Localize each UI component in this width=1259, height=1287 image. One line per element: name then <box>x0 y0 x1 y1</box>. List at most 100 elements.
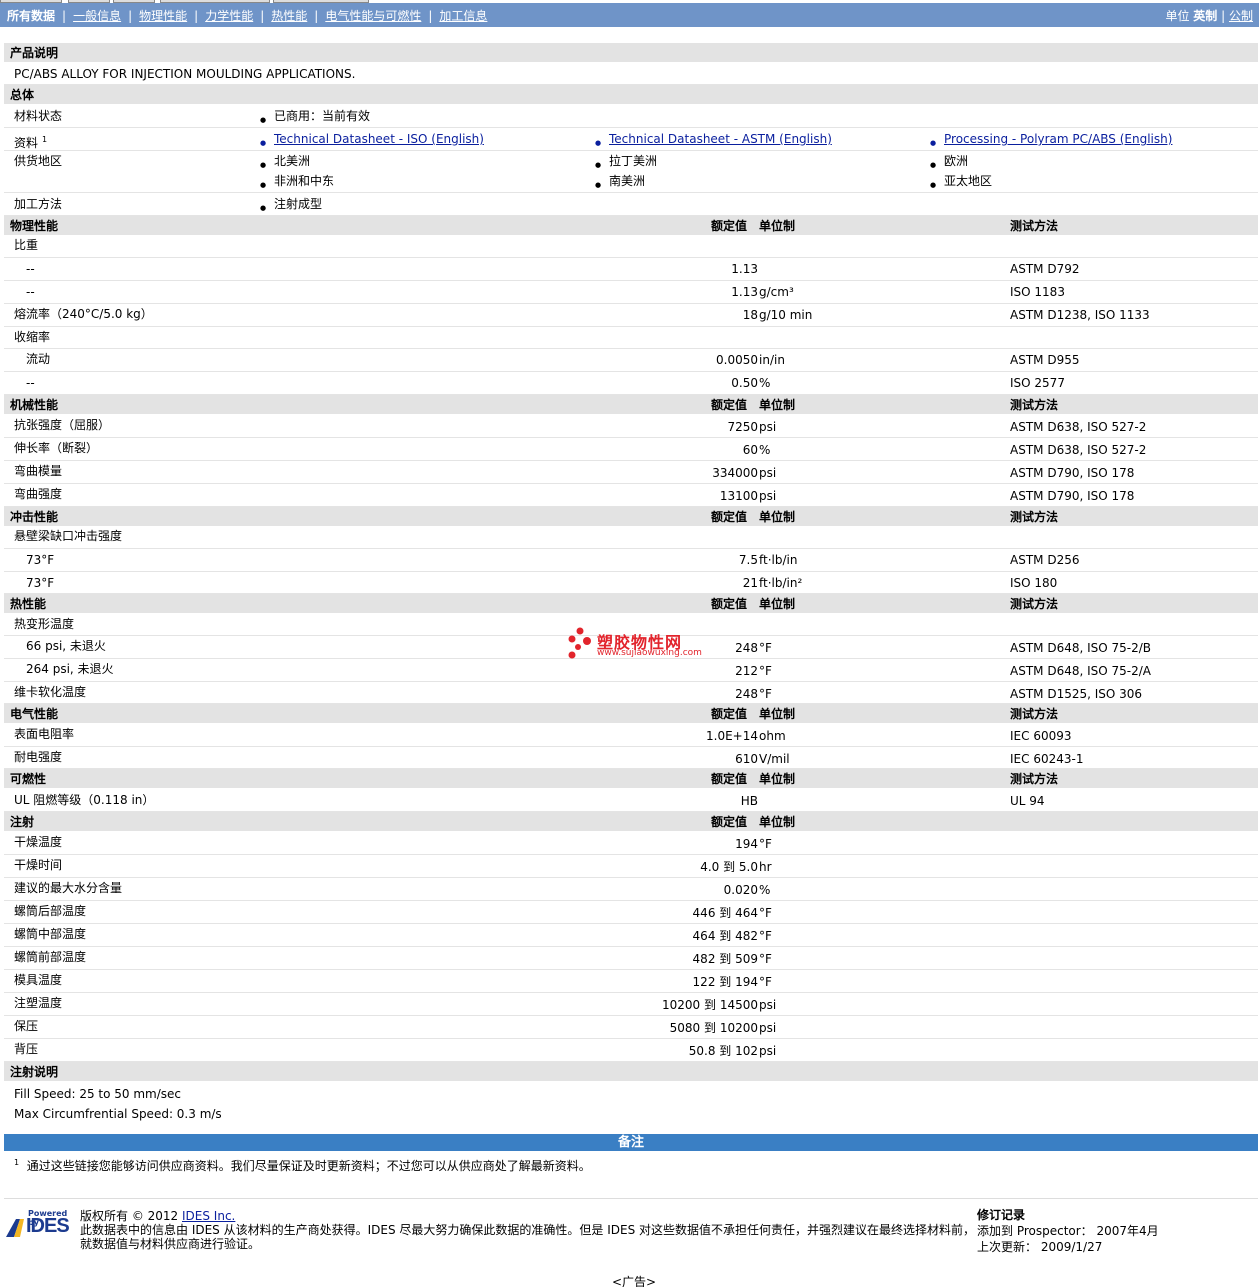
row-value: 1.13 <box>731 262 758 276</box>
row-unit: g/10 min <box>759 308 813 322</box>
row-unit: °F <box>759 837 772 851</box>
row-test-method: UL 94 <box>1010 794 1045 808</box>
col-header-unit: 单位制 <box>759 398 796 412</box>
disclaimer-line: 就数据值与材料供应商进行验证。 <box>80 1237 261 1251</box>
row-label: 73°F <box>26 553 55 567</box>
col-header-test: 测试方法 <box>1010 219 1059 233</box>
row-unit: ft·lb/in² <box>759 576 803 590</box>
regions-row: 供货地区 北美洲 拉丁美洲 欧洲 非洲和中东 南美洲 亚太地区 <box>4 151 1258 195</box>
col-header-unit: 单位制 <box>759 510 796 524</box>
col-header-value: 额定值 <box>711 398 748 412</box>
row-label: UL 阻燃等级（0.118 in） <box>14 793 155 807</box>
property-row: 模具温度 122 到 194 °F <box>4 970 1258 993</box>
row-value: 0.50 <box>731 376 758 390</box>
row-unit: °F <box>759 975 772 989</box>
row-label: 熔流率（240°C/5.0 kg） <box>14 307 153 321</box>
status-value: 已商用：当前有效 <box>260 105 370 132</box>
row-label: 悬壁梁缺口冲击强度 <box>14 529 123 543</box>
section-title: 物理性能 <box>10 219 59 233</box>
row-label: -- <box>26 262 35 276</box>
section-header-injection-notes: 注射说明 <box>4 1062 1258 1082</box>
watermark-dots-icon <box>568 627 591 659</box>
row-value: 5080 到 10200 <box>669 1021 758 1035</box>
col-header-test: 测试方法 <box>1010 772 1059 786</box>
row-label: 弯曲模量 <box>14 464 63 478</box>
row-unit: % <box>759 443 771 457</box>
row-label: 干燥温度 <box>14 835 63 849</box>
row-unit: g/cm³ <box>759 285 794 299</box>
row-test-method: ISO 1183 <box>1010 285 1065 299</box>
nav-link-physical[interactable]: 物理性能 <box>139 7 187 24</box>
row-value: HB <box>740 794 758 808</box>
nav-link-mechanical[interactable]: 力学性能 <box>205 7 253 24</box>
row-unit: °F <box>759 929 772 943</box>
region-item: 欧洲 <box>930 151 968 175</box>
region-item: 南美洲 <box>595 171 645 195</box>
footnote: 1 通过这些链接您能够访问供应商资料。我们尽量保证及时更新资料；不过您可以从供应… <box>14 1158 591 1173</box>
property-row: 背压 50.8 到 102 psi <box>4 1039 1258 1062</box>
row-value: 1.13 <box>731 285 758 299</box>
col-header-value: 额定值 <box>711 772 748 786</box>
property-row: 流动 0.0050 in/in ASTM D955 <box>4 349 1258 372</box>
injection-note-line: Max Circumfrential Speed: 0.3 m/s <box>14 1107 222 1121</box>
nav-link-processing[interactable]: 加工信息 <box>439 7 487 24</box>
col-header-test: 测试方法 <box>1010 597 1059 611</box>
row-value: 212 <box>735 664 758 678</box>
nav-link-thermal[interactable]: 热性能 <box>271 7 307 24</box>
section-title: 注射说明 <box>10 1065 59 1079</box>
property-row: 弯曲强度 13100 psi ASTM D790, ISO 178 <box>4 484 1258 507</box>
row-unit: °F <box>759 664 772 678</box>
col-header-test: 测试方法 <box>1010 398 1059 412</box>
section-title: 可燃性 <box>10 772 47 786</box>
row-value: 4.0 到 5.0 <box>700 860 758 874</box>
row-unit: psi <box>759 420 777 434</box>
row-label: 材料状态 <box>14 109 63 123</box>
company-link[interactable]: IDES Inc. <box>182 1209 235 1223</box>
property-row: 264 psi, 未退火 212 °F ASTM D648, ISO 75-2/… <box>4 659 1258 682</box>
ad-label: <广告> <box>612 1275 657 1287</box>
row-unit: °F <box>759 952 772 966</box>
added-date: 添加到 Prospector： 2007年4月 <box>977 1224 1159 1238</box>
documents-row: 资料1 Technical Datasheet - ISO (English) … <box>4 128 1258 155</box>
injection-note-line: Fill Speed: 25 to 50 mm/sec <box>14 1087 182 1101</box>
row-label: 73°F <box>26 576 55 590</box>
row-unit: °F <box>759 906 772 920</box>
injection-notes-block: Fill Speed: 25 to 50 mm/sec Max Circumfr… <box>4 1082 1258 1124</box>
nav-link-electrical[interactable]: 电气性能与可燃性 <box>325 7 421 24</box>
section-title: 总体 <box>10 88 35 102</box>
watermark: 塑胶物性网 www.sujiaowuxing.com <box>566 627 706 661</box>
row-test-method: ASTM D1525, ISO 306 <box>1010 687 1143 701</box>
section-header-injection: 注射 额定值 单位制 <box>4 812 1258 832</box>
nav-all-data[interactable]: 所有数据 <box>7 7 55 24</box>
region-item: 北美洲 <box>260 151 310 175</box>
section-title: 电气性能 <box>10 707 59 721</box>
nav-link-general[interactable]: 一般信息 <box>73 7 121 24</box>
datasheet: 产品说明 PC/ABS ALLOY FOR INJECTION MOULDING… <box>4 43 1258 1124</box>
process-method-row: 加工方法 注射成型 <box>4 193 1258 220</box>
doc-link-iso[interactable]: Technical Datasheet - ISO (English) <box>260 128 484 155</box>
section-header-electrical: 电气性能 额定值 单位制 测试方法 <box>4 704 1258 724</box>
property-row: -- 1.13 ASTM D792 <box>4 258 1258 281</box>
row-label: 抗张强度（屈服） <box>14 418 111 432</box>
doc-link-astm[interactable]: Technical Datasheet - ASTM (English) <box>595 128 832 155</box>
row-label: 加工方法 <box>14 197 63 211</box>
material-status-row: 材料状态 已商用：当前有效 <box>4 105 1258 132</box>
row-value: 122 到 194 <box>692 975 758 989</box>
row-test-method: ASTM D638, ISO 527-2 <box>1010 443 1147 457</box>
row-label: 66 psi, 未退火 <box>26 639 106 653</box>
ides-logo: Powered by IDES <box>6 1209 72 1239</box>
property-row: 干燥温度 194 °F <box>4 832 1258 855</box>
section-title: 机械性能 <box>10 398 59 412</box>
row-value: 464 到 482 <box>692 929 758 943</box>
revision-history: 修订记录 添加到 Prospector： 2007年4月 上次更新： 2009/… <box>977 1207 1159 1255</box>
row-value: 446 到 464 <box>692 906 758 920</box>
doc-link-processing[interactable]: Processing - Polyram PC/ABS (English) <box>930 128 1172 155</box>
row-test-method: ISO 180 <box>1010 576 1058 590</box>
row-value: 334000 <box>712 466 758 480</box>
units-imperial: 英制 <box>1193 9 1218 23</box>
region-item: 非洲和中东 <box>260 171 334 195</box>
units-metric-link[interactable]: 公制 <box>1229 9 1253 23</box>
row-unit: psi <box>759 998 777 1012</box>
row-label: -- <box>26 376 35 390</box>
col-header-unit: 单位制 <box>759 597 796 611</box>
